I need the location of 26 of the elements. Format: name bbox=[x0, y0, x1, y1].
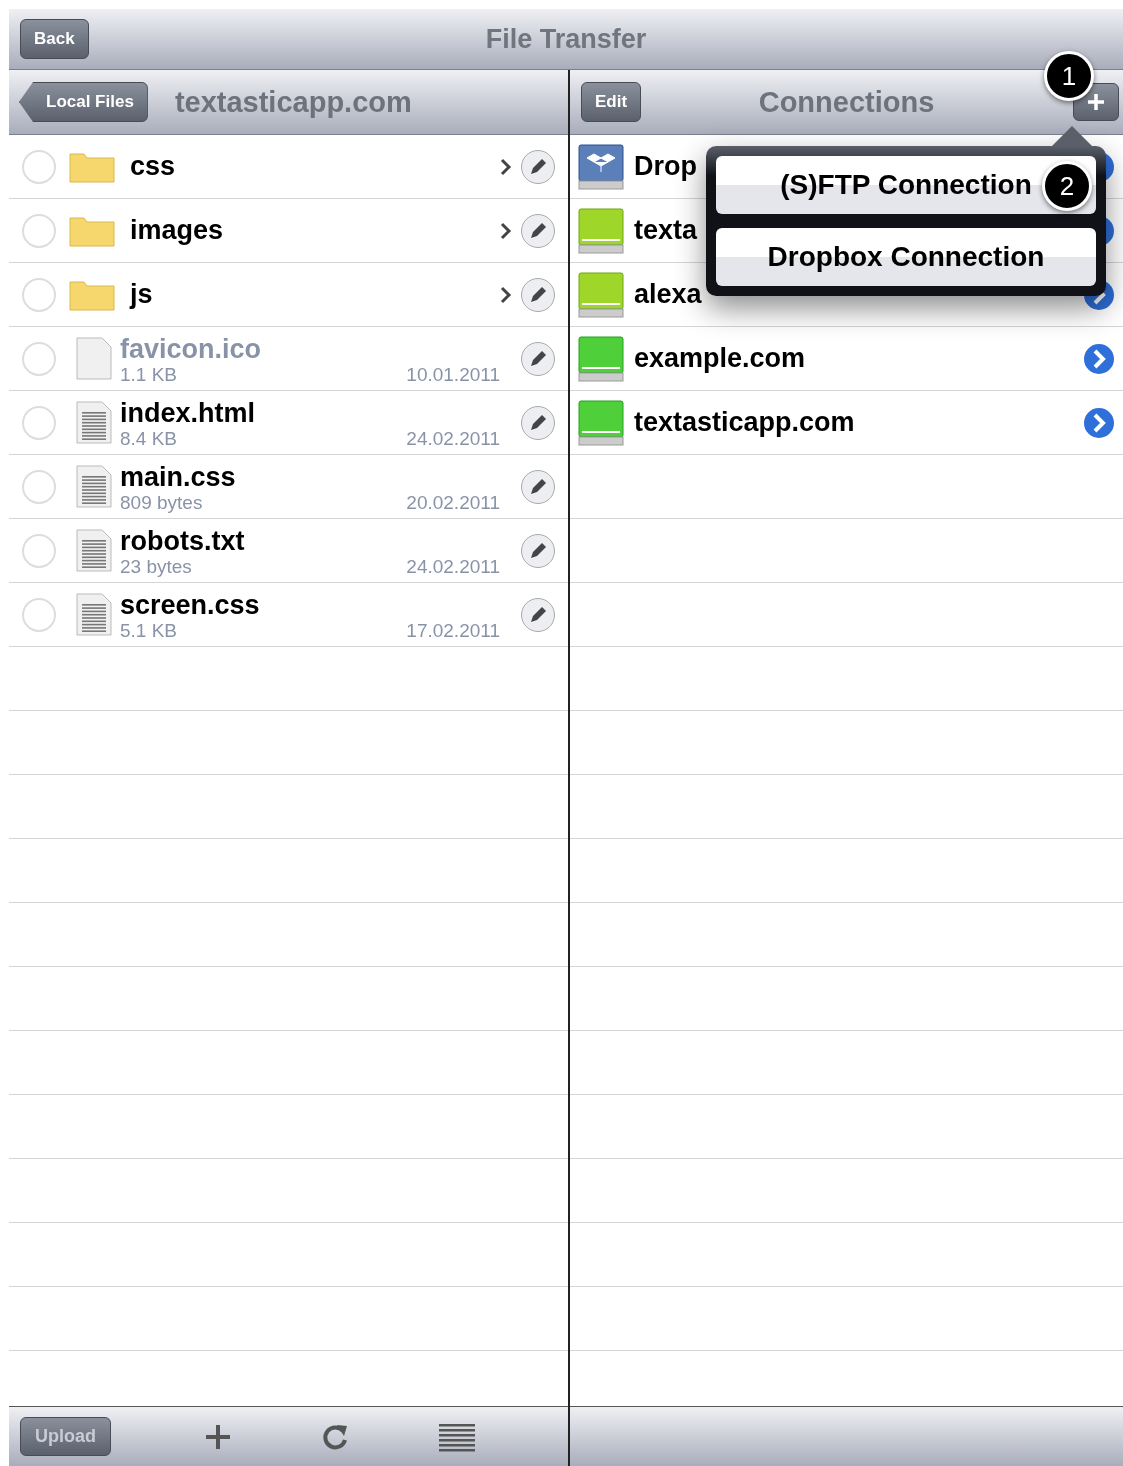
file-name: favicon.ico bbox=[120, 333, 263, 364]
file-date: 20.02.2011 bbox=[406, 491, 500, 514]
connection-name: alexa bbox=[634, 279, 703, 310]
file-date: 24.02.2011 bbox=[406, 427, 500, 450]
file-date: 24.02.2011 bbox=[406, 555, 500, 578]
folder-name: js bbox=[130, 279, 154, 310]
file-size: 809 bytes bbox=[120, 491, 203, 514]
file-name: robots.txt bbox=[120, 525, 246, 556]
file-size: 1.1 KB bbox=[120, 363, 178, 386]
folder-name: css bbox=[130, 151, 177, 182]
connection-name: example.com bbox=[634, 343, 807, 374]
pane-title: textasticapp.com bbox=[174, 85, 412, 119]
file-name: screen.css bbox=[120, 589, 261, 620]
file-date: 17.02.2011 bbox=[406, 619, 500, 642]
file-size: 23 bytes bbox=[120, 555, 192, 578]
connection-name: texta bbox=[634, 215, 699, 246]
folder-name: images bbox=[130, 215, 225, 246]
file-name: index.html bbox=[120, 397, 256, 428]
file-size: 5.1 KB bbox=[120, 619, 178, 642]
file-date: 10.01.2011 bbox=[406, 363, 500, 386]
file-name: main.css bbox=[120, 461, 237, 492]
connection-name: textasticapp.com bbox=[634, 407, 856, 438]
window-title: File Transfer bbox=[485, 23, 647, 55]
pane-title: Connections bbox=[758, 85, 935, 119]
file-size: 8.4 KB bbox=[120, 427, 178, 450]
connection-name: Drop bbox=[634, 151, 698, 182]
